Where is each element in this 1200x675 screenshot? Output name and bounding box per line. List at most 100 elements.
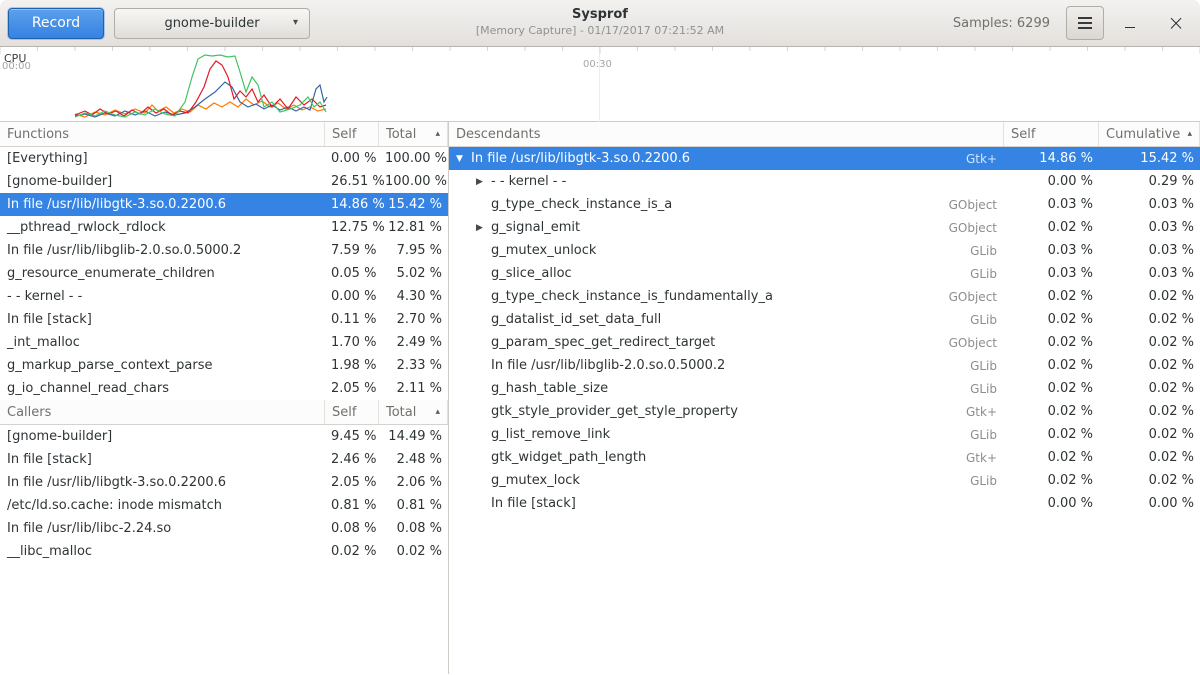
name-cell: g_type_check_instance_is_aGObject — [449, 197, 1004, 212]
column-header-self[interactable]: Self — [325, 400, 379, 424]
function-name: g_list_remove_link — [491, 427, 610, 442]
descendants-row[interactable]: g_datalist_id_set_data_fullGLib0.02 %0.0… — [449, 308, 1200, 331]
callers-row[interactable]: /etc/ld.so.cache: inode mismatch0.81 %0.… — [0, 494, 448, 517]
cumulative-percent: 0.03 % — [1099, 197, 1200, 212]
callers-row[interactable]: In file [stack]2.46 %2.48 % — [0, 448, 448, 471]
column-header-total[interactable]: Total ▴ — [379, 400, 448, 424]
self-percent: 1.98 % — [325, 358, 379, 373]
timeline-label-start: 00:00 — [2, 61, 31, 72]
functions-row[interactable]: [Everything]0.00 %100.00 % — [0, 147, 448, 170]
callers-table: [gnome-builder]9.45 %14.49 %In file [sta… — [0, 425, 448, 563]
expander-collapsed-icon[interactable]: ▶ — [476, 177, 491, 187]
descendants-row[interactable]: ▶- - kernel - -0.00 %0.29 % — [449, 170, 1200, 193]
function-name: [Everything] — [7, 151, 88, 166]
functions-row[interactable]: In file /usr/lib/libgtk-3.so.0.2200.614.… — [0, 193, 448, 216]
functions-row[interactable]: In file [stack]0.11 %2.70 % — [0, 308, 448, 331]
descendants-row[interactable]: g_type_check_instance_is_aGObject0.03 %0… — [449, 193, 1200, 216]
descendants-row[interactable]: ▼In file /usr/lib/libgtk-3.so.0.2200.6Gt… — [449, 147, 1200, 170]
self-percent: 0.02 % — [1004, 427, 1099, 442]
name-cell: g_type_check_instance_is_fundamentally_a… — [449, 289, 1004, 304]
self-percent: 0.03 % — [1004, 243, 1099, 258]
callers-row[interactable]: In file /usr/lib/libgtk-3.so.0.2200.62.0… — [0, 471, 448, 494]
library-tag: GLib — [960, 267, 997, 281]
functions-row[interactable]: g_markup_parse_context_parse1.98 %2.33 % — [0, 354, 448, 377]
cumulative-percent: 0.03 % — [1099, 266, 1200, 281]
hamburger-icon — [1078, 17, 1092, 29]
column-header-descendants[interactable]: Descendants — [449, 122, 1004, 146]
descendants-row[interactable]: In file [stack]0.00 %0.00 % — [449, 492, 1200, 515]
expander-expanded-icon[interactable]: ▼ — [456, 154, 471, 164]
descendants-row[interactable]: gtk_widget_path_lengthGtk+0.02 %0.02 % — [449, 446, 1200, 469]
cumulative-percent: 0.29 % — [1099, 174, 1200, 189]
column-header-cumulative[interactable]: Cumulative ▴ — [1099, 122, 1200, 146]
self-percent: 0.00 % — [325, 151, 379, 166]
self-percent: 0.00 % — [1004, 174, 1099, 189]
self-percent: 7.59 % — [325, 243, 379, 258]
function-name: g_type_check_instance_is_fundamentally_a — [491, 289, 773, 304]
cpu-graph-panel[interactable]: CPU 00:00 00:30 — [0, 47, 1200, 122]
name-cell: In file /usr/lib/libglib-2.0.so.0.5000.2… — [449, 358, 1004, 373]
timeline-label-mid: 00:30 — [583, 59, 612, 70]
descendants-row[interactable]: g_list_remove_linkGLib0.02 %0.02 % — [449, 423, 1200, 446]
self-percent: 0.05 % — [325, 266, 379, 281]
callers-row[interactable]: In file /usr/lib/libc-2.24.so0.08 %0.08 … — [0, 517, 448, 540]
total-percent: 2.49 % — [379, 335, 448, 350]
expander-collapsed-icon[interactable]: ▶ — [476, 223, 491, 233]
menu-button[interactable] — [1066, 6, 1104, 40]
total-percent: 2.06 % — [379, 475, 448, 490]
sort-indicator-icon: ▴ — [435, 407, 440, 417]
functions-row[interactable]: _int_malloc1.70 %2.49 % — [0, 331, 448, 354]
callers-row[interactable]: __libc_malloc0.02 %0.02 % — [0, 540, 448, 563]
functions-row[interactable]: In file /usr/lib/libglib-2.0.so.0.5000.2… — [0, 239, 448, 262]
minimize-button[interactable] — [1114, 7, 1146, 39]
total-percent: 100.00 % — [379, 174, 448, 189]
self-percent: 9.45 % — [325, 429, 379, 444]
function-name: In file /usr/lib/libgtk-3.so.0.2200.6 — [471, 151, 690, 166]
library-tag: Gtk+ — [956, 405, 997, 419]
process-selector[interactable]: gnome-builder ▾ — [114, 8, 310, 39]
functions-row[interactable]: __pthread_rwlock_rdlock12.75 %12.81 % — [0, 216, 448, 239]
total-percent: 7.95 % — [379, 243, 448, 258]
column-header-self[interactable]: Self — [1004, 122, 1099, 146]
column-header-total[interactable]: Total ▴ — [379, 122, 448, 146]
close-button[interactable]: × — [1160, 7, 1192, 39]
functions-row[interactable]: - - kernel - -0.00 %4.30 % — [0, 285, 448, 308]
column-header-callers[interactable]: Callers — [0, 400, 325, 424]
function-name: g_type_check_instance_is_a — [491, 197, 672, 212]
callers-row[interactable]: [gnome-builder]9.45 %14.49 % — [0, 425, 448, 448]
library-tag: GLib — [960, 428, 997, 442]
column-header-functions[interactable]: Functions — [0, 122, 325, 146]
descendants-row[interactable]: In file /usr/lib/libglib-2.0.so.0.5000.2… — [449, 354, 1200, 377]
total-percent: 5.02 % — [379, 266, 448, 281]
functions-table: [Everything] 0.00 %100.00 %[gnome-builder… — [0, 147, 448, 400]
functions-row[interactable]: g_resource_enumerate_children0.05 %5.02 … — [0, 262, 448, 285]
descendants-row[interactable]: ▶g_signal_emitGObject0.02 %0.03 % — [449, 216, 1200, 239]
name-cell: ▶g_signal_emitGObject — [449, 220, 1004, 235]
function-name: __libc_malloc — [7, 544, 92, 559]
name-cell: gtk_widget_path_lengthGtk+ — [449, 450, 1004, 465]
descendants-row[interactable]: g_mutex_unlockGLib0.03 %0.03 % — [449, 239, 1200, 262]
name-cell: _int_malloc — [0, 335, 325, 350]
descendants-row[interactable]: g_slice_allocGLib0.03 %0.03 % — [449, 262, 1200, 285]
self-percent: 12.75 % — [325, 220, 379, 235]
descendants-row[interactable]: g_hash_table_sizeGLib0.02 %0.02 % — [449, 377, 1200, 400]
functions-row[interactable]: g_io_channel_read_chars2.05 %2.11 % — [0, 377, 448, 400]
self-percent: 26.51 % — [325, 174, 379, 189]
descendants-row[interactable]: g_param_spec_get_redirect_targetGObject0… — [449, 331, 1200, 354]
descendants-row[interactable]: gtk_style_provider_get_style_propertyGtk… — [449, 400, 1200, 423]
self-percent: 0.02 % — [1004, 220, 1099, 235]
descendants-row[interactable]: g_type_check_instance_is_fundamentally_a… — [449, 285, 1200, 308]
library-tag: GLib — [960, 474, 997, 488]
function-name: g_slice_alloc — [491, 266, 572, 281]
functions-row[interactable]: [gnome-builder]26.51 %100.00 % — [0, 170, 448, 193]
descendants-row[interactable]: g_mutex_lockGLib0.02 %0.02 % — [449, 469, 1200, 492]
record-button[interactable]: Record — [8, 8, 104, 39]
left-pane: Functions Self Total ▴ [Everything] 0.00 … — [0, 122, 449, 674]
function-name: [gnome-builder] — [7, 429, 112, 444]
total-percent: 12.81 % — [379, 220, 448, 235]
name-cell: In file /usr/lib/libgtk-3.so.0.2200.6 — [0, 197, 325, 212]
function-name: In file /usr/lib/libc-2.24.so — [7, 521, 171, 536]
total-percent: 15.42 % — [379, 197, 448, 212]
column-header-self[interactable]: Self — [325, 122, 379, 146]
samples-count: Samples: 6299 — [953, 16, 1050, 31]
